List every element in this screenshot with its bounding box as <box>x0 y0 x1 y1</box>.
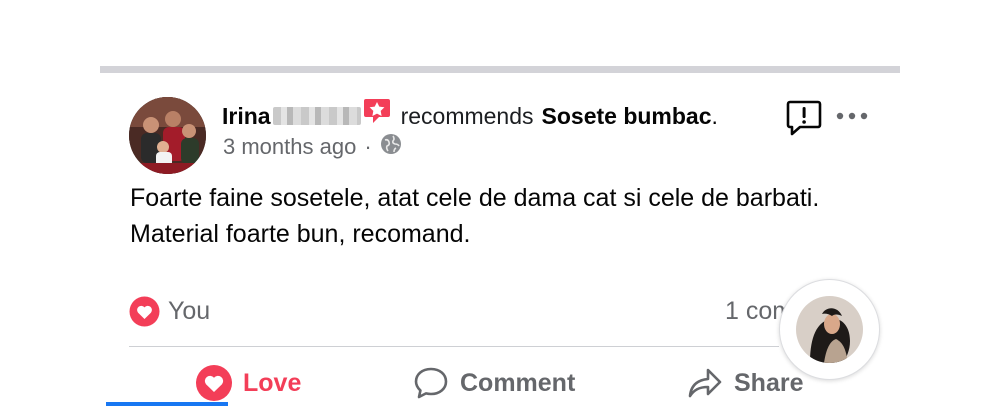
comment-count[interactable]: 1 comment <box>725 296 787 327</box>
header-period: . <box>711 102 718 129</box>
star-badge-icon <box>363 97 391 125</box>
post-header: Irina recommends Sosete bumbac . <box>222 97 718 132</box>
section-divider <box>100 66 900 73</box>
author-avatar[interactable] <box>129 97 206 174</box>
share-icon <box>686 364 724 402</box>
reactor-name: You <box>168 297 211 325</box>
chat-head-bubble[interactable] <box>779 279 880 380</box>
actions-divider <box>129 346 779 347</box>
post-meta: 3 months ago · <box>223 133 402 161</box>
comment-label: Comment <box>460 368 576 397</box>
love-button[interactable]: Love <box>195 364 301 402</box>
author-name-redacted <box>272 107 361 125</box>
globe-icon <box>380 133 402 161</box>
love-icon <box>195 364 233 402</box>
active-tab-indicator <box>106 402 228 406</box>
meta-separator: · <box>364 134 372 159</box>
share-label: Share <box>734 368 804 397</box>
comment-icon <box>412 364 450 402</box>
chat-head-avatar <box>796 296 863 363</box>
share-button[interactable]: Share <box>686 364 803 402</box>
post-body: Foarte faine sosetele, atat cele de dama… <box>130 184 820 248</box>
comment-button[interactable]: Comment <box>412 364 575 402</box>
more-options-icon[interactable] <box>834 106 870 126</box>
page-name-link[interactable]: Sosete bumbac <box>542 103 712 130</box>
recommends-label: recommends <box>400 102 534 129</box>
love-reaction-icon <box>129 296 160 327</box>
love-label: Love <box>243 368 302 397</box>
reaction-summary[interactable]: You <box>129 296 210 327</box>
author-name[interactable]: Irina <box>222 103 271 130</box>
post-timestamp[interactable]: 3 months ago <box>223 134 356 160</box>
report-icon[interactable] <box>785 99 823 137</box>
